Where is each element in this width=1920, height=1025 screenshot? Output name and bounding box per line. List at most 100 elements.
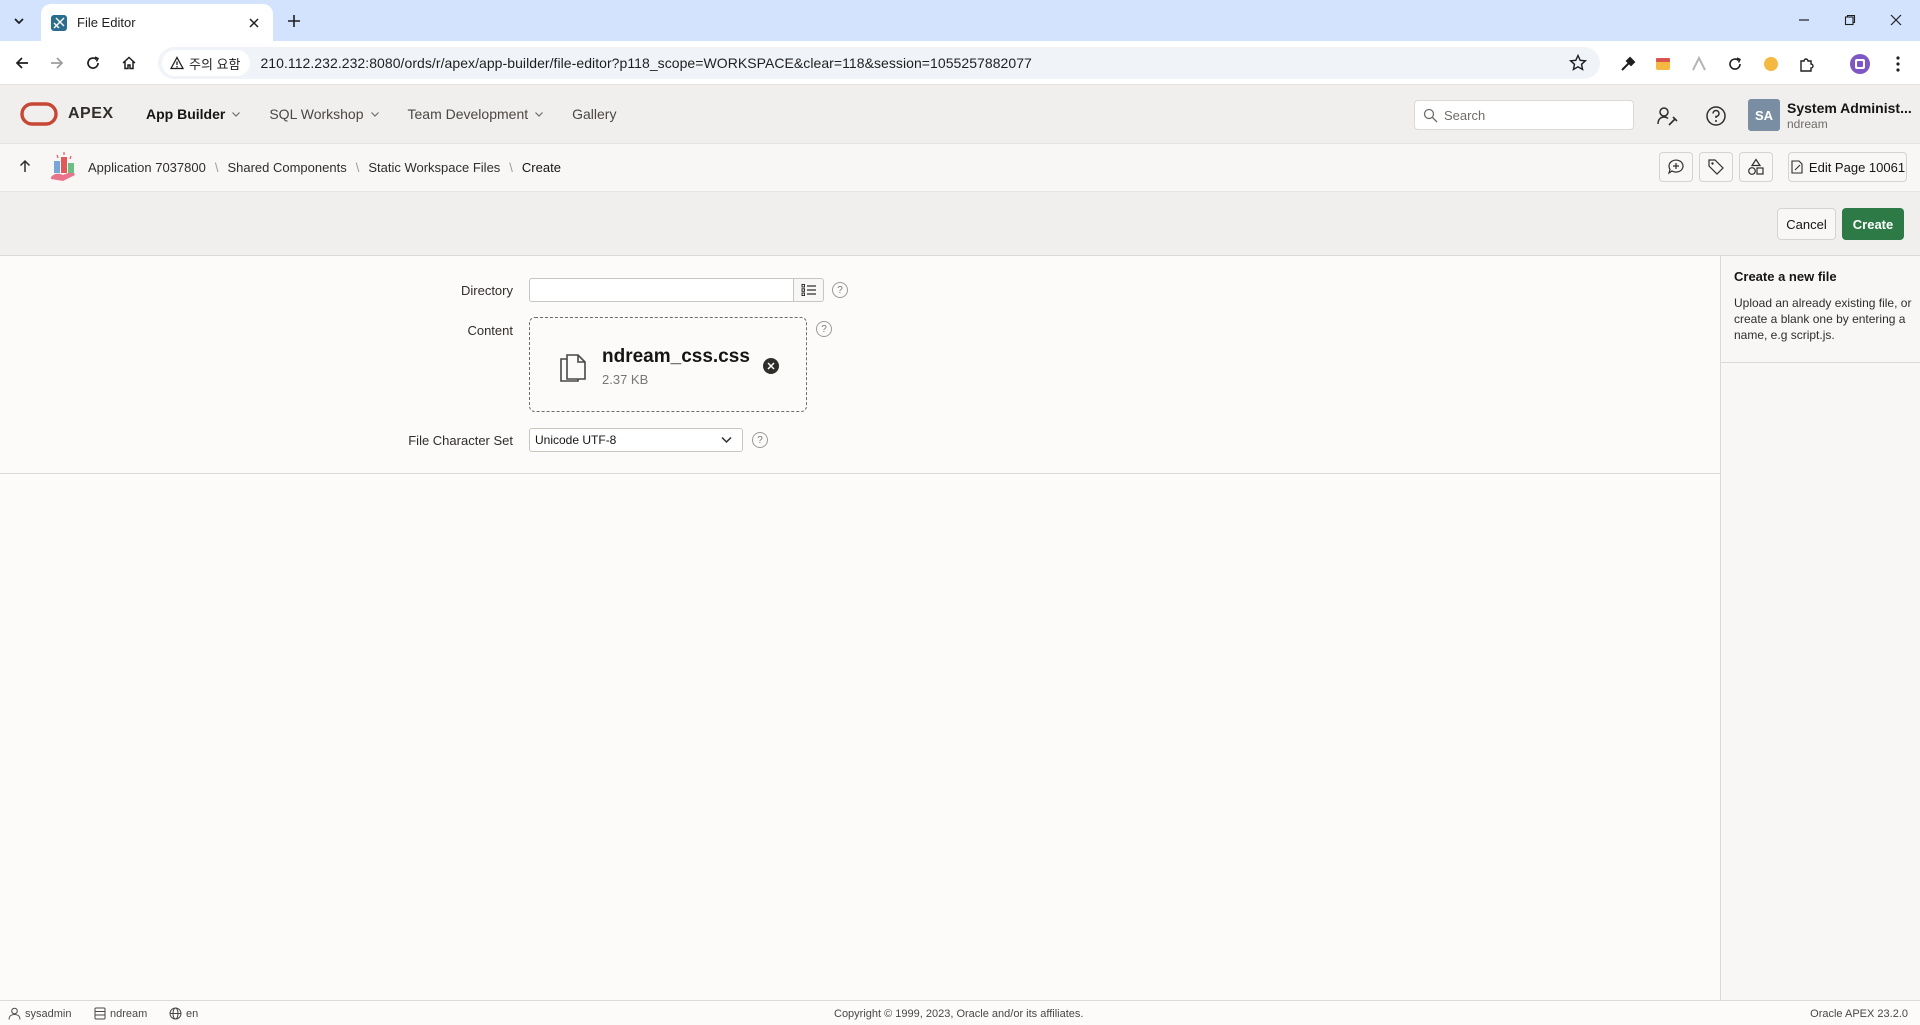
content-help-icon[interactable]: ?: [816, 321, 832, 337]
charset-select[interactable]: Unicode UTF-8: [529, 428, 743, 452]
list-icon: [801, 284, 816, 296]
forward-button[interactable]: [44, 50, 70, 76]
copyright: Copyright © 1999, 2023, Oracle and/or it…: [834, 1008, 1084, 1020]
tag-button[interactable]: [1699, 152, 1733, 182]
tab-close-icon[interactable]: [245, 14, 263, 32]
search-icon: [1423, 108, 1438, 122]
avatar[interactable]: SA: [1748, 99, 1780, 131]
nav-label: Gallery: [572, 106, 617, 122]
application-icon[interactable]: [47, 151, 79, 183]
close-window-button[interactable]: [1880, 8, 1912, 32]
charset-help-icon[interactable]: ?: [752, 432, 768, 448]
help-panel-title: Create a new file: [1734, 269, 1837, 284]
file-dropzone[interactable]: ndream_css.css 2.37 KB: [529, 317, 807, 412]
footer-workspace-label: ndream: [110, 1007, 148, 1020]
profile-icon[interactable]: [1849, 53, 1871, 75]
search-input[interactable]: [1444, 107, 1624, 123]
directory-label: Directory: [460, 283, 513, 298]
create-button[interactable]: Create: [1842, 208, 1904, 240]
nav-label: App Builder: [146, 106, 226, 122]
directory-input[interactable]: [529, 278, 793, 302]
arrow-right-icon: [51, 57, 64, 69]
edit-page-button[interactable]: Edit Page 10061: [1788, 152, 1907, 182]
edit-page-icon: [1791, 160, 1803, 174]
close-icon: [1890, 14, 1902, 26]
crumb-shared-components[interactable]: Shared Components: [227, 160, 346, 175]
version: Oracle APEX 23.2.0: [1810, 1008, 1908, 1020]
nav-team-development[interactable]: Team Development: [408, 106, 545, 122]
restore-button[interactable]: [1834, 8, 1866, 32]
nav-sql-workshop[interactable]: SQL Workshop: [269, 106, 379, 122]
user-name[interactable]: System Administ...: [1787, 100, 1912, 116]
remove-file-icon[interactable]: [763, 358, 779, 374]
crumb-static-workspace-files[interactable]: Static Workspace Files: [368, 160, 500, 175]
breadcrumb: Application 7037800 \ Shared Components …: [88, 160, 561, 175]
help-icon[interactable]: [1702, 102, 1730, 130]
address-bar[interactable]: 주의 요함 210.112.232.232:8080/ords/r/apex/a…: [158, 47, 1600, 79]
reload-button[interactable]: [80, 50, 106, 76]
charset-value: Unicode UTF-8: [535, 433, 617, 447]
oracle-logo-icon[interactable]: [20, 102, 58, 126]
apex-header: APEX App Builder SQL Workshop Team Devel…: [0, 85, 1920, 144]
cancel-button[interactable]: Cancel: [1777, 208, 1836, 240]
apex-brand[interactable]: APEX: [68, 105, 114, 123]
security-label: 주의 요함: [189, 56, 241, 72]
globe-icon: [169, 1007, 182, 1020]
chevron-down-icon: [370, 112, 379, 117]
file-name: ndream_css.css: [602, 346, 750, 367]
footer-workspace[interactable]: ndream: [94, 1007, 147, 1020]
plus-icon: [288, 15, 300, 27]
main-nav: App Builder SQL Workshop Team Developmen…: [146, 106, 644, 122]
nav-app-builder[interactable]: App Builder: [146, 106, 241, 122]
search-box[interactable]: [1414, 100, 1634, 130]
action-bar: Cancel Create: [0, 192, 1920, 256]
browser-tab-active[interactable]: File Editor: [41, 4, 273, 41]
eyedropper-extension-icon[interactable]: [1617, 53, 1639, 75]
file-copy-icon: [560, 354, 586, 382]
arrow-left-icon: [15, 57, 28, 69]
home-button[interactable]: [116, 50, 142, 76]
url-text[interactable]: 210.112.232.232:8080/ords/r/apex/app-bui…: [260, 55, 1031, 71]
home-icon: [122, 56, 136, 70]
new-tab-button[interactable]: [282, 9, 306, 33]
crumb-separator: \: [509, 160, 513, 175]
shared-components-button[interactable]: [1739, 152, 1773, 182]
feedback-button[interactable]: [1659, 152, 1693, 182]
sun-extension-icon[interactable]: [1760, 53, 1782, 75]
grey-a-extension-icon[interactable]: [1688, 53, 1710, 75]
help-panel: Create a new file Upload an already exis…: [1720, 256, 1920, 1000]
kebab-menu-icon[interactable]: [1887, 53, 1909, 75]
nav-label: SQL Workshop: [269, 106, 364, 122]
breadcrumb-bar: Application 7037800 \ Shared Components …: [0, 144, 1920, 192]
footer-user-label: sysadmin: [25, 1007, 72, 1020]
refresh-extension-icon[interactable]: [1724, 53, 1746, 75]
back-button[interactable]: [9, 50, 35, 76]
database-icon: [94, 1007, 106, 1020]
minimize-button[interactable]: [1788, 8, 1820, 32]
administration-icon[interactable]: [1653, 102, 1681, 130]
bookmark-star-icon[interactable]: [1568, 53, 1588, 73]
crumb-separator: \: [214, 160, 219, 175]
security-chip[interactable]: 주의 요함: [162, 50, 251, 76]
crumb-create: Create: [521, 160, 561, 175]
directory-help-icon[interactable]: ?: [832, 282, 848, 298]
browser-tabstrip: File Editor: [0, 0, 1920, 41]
footer-user[interactable]: sysadmin: [8, 1007, 71, 1020]
tab-search-button[interactable]: [6, 8, 32, 34]
browser-toolbar: 주의 요함 210.112.232.232:8080/ords/r/apex/a…: [0, 41, 1920, 85]
nav-label: Team Development: [407, 106, 529, 122]
user-icon: [8, 1007, 21, 1020]
warning-icon: [170, 56, 184, 70]
puzzle-extensions-icon[interactable]: [1796, 53, 1818, 75]
footer: sysadmin ndream en Copyright © 1999, 202…: [0, 1000, 1920, 1025]
tab-title: File Editor: [77, 15, 136, 30]
nav-gallery[interactable]: Gallery: [572, 106, 616, 122]
directory-list-button[interactable]: [793, 278, 824, 302]
notes-extension-icon[interactable]: [1652, 53, 1674, 75]
arrow-up-icon[interactable]: [18, 159, 32, 173]
crumb-application[interactable]: Application 7037800: [88, 160, 206, 175]
footer-language-label: en: [186, 1007, 199, 1020]
chevron-down-icon: [14, 18, 24, 25]
content-label: Content: [467, 323, 513, 338]
footer-language[interactable]: en: [169, 1007, 198, 1020]
